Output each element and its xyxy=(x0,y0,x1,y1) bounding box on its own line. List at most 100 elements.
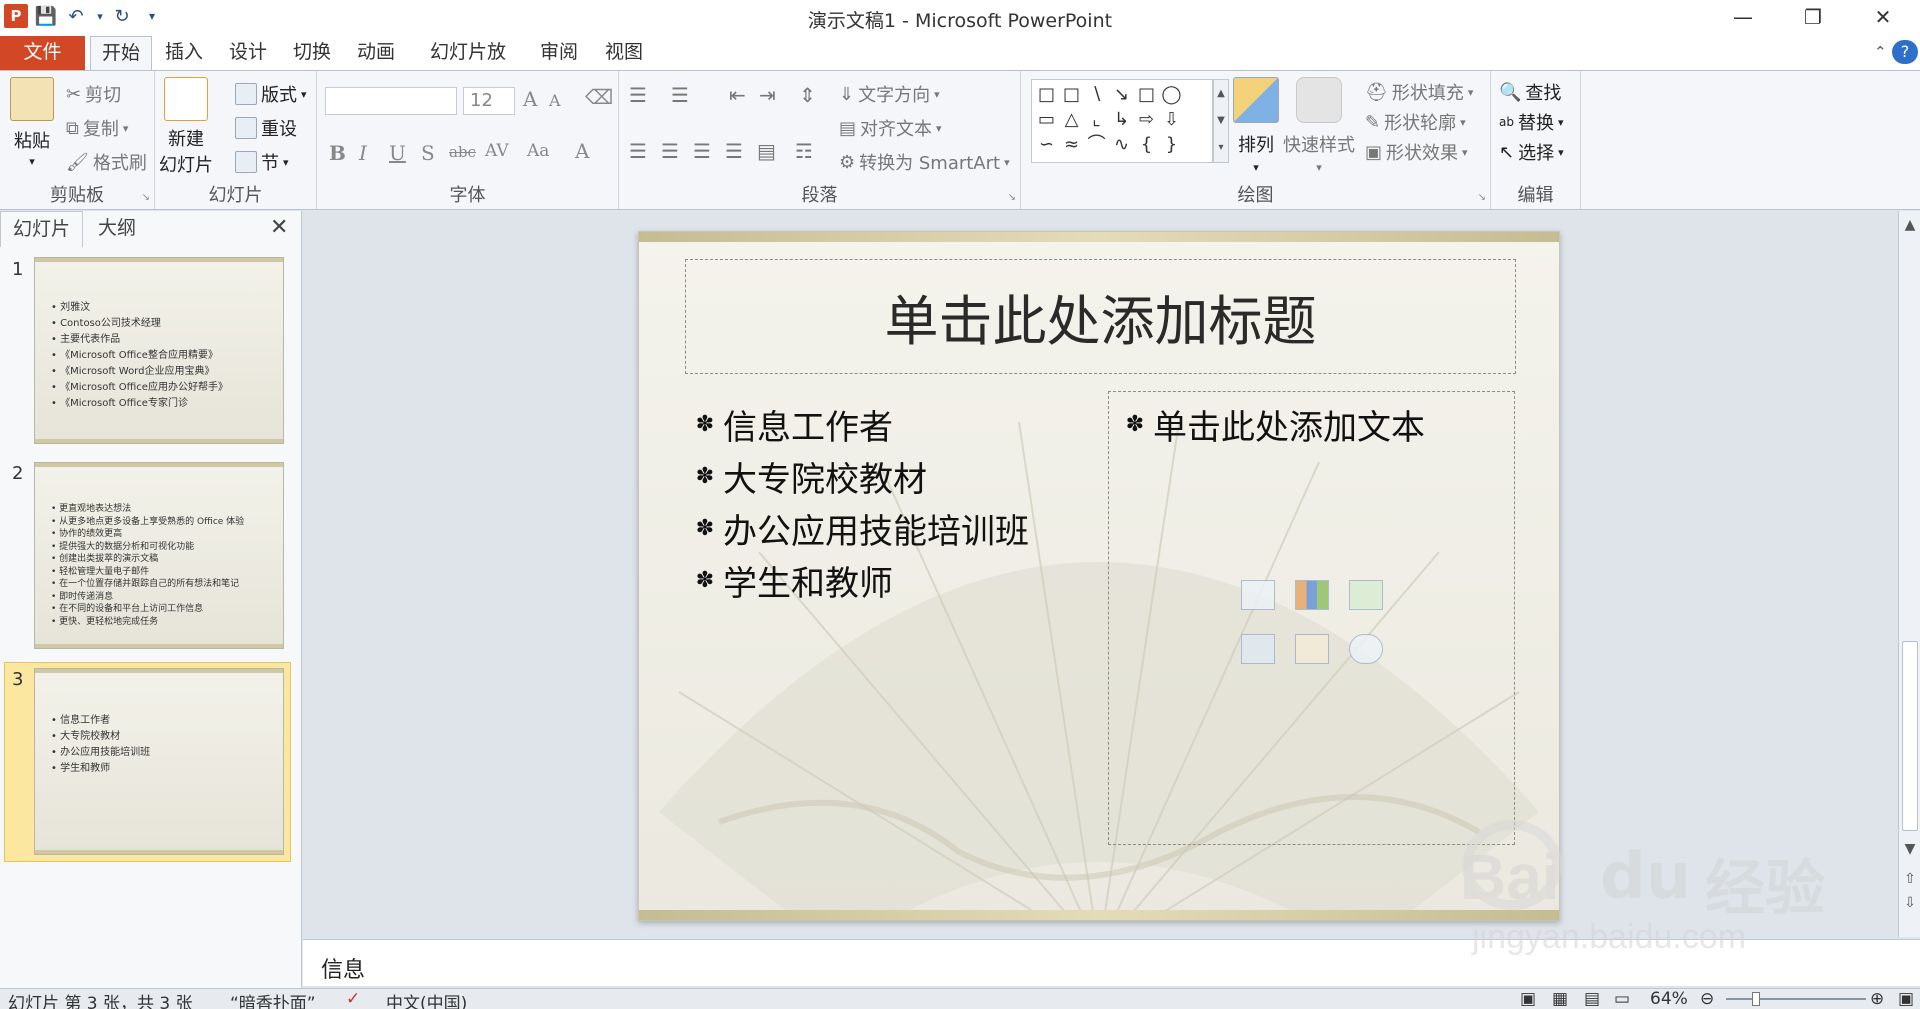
minimize-ribbon-icon[interactable]: ⌃ xyxy=(1866,36,1890,70)
grow-font-button[interactable]: A xyxy=(523,87,537,111)
previous-slide-icon[interactable]: ⇧ xyxy=(1899,871,1920,887)
arrow-line-shape-icon[interactable]: ↘ xyxy=(1109,82,1134,107)
bullet-item[interactable]: ✽ 信息工作者 xyxy=(687,400,893,449)
new-slide-button[interactable]: 新建 幻灯片 xyxy=(159,77,213,177)
select-button[interactable]: ↖ 选择 ▾ xyxy=(1499,139,1564,165)
textbox-shape-icon[interactable]: □ xyxy=(1034,82,1059,107)
line-spacing-button[interactable]: ⇕ xyxy=(799,83,816,107)
dialog-launcher-icon[interactable]: ↘ xyxy=(1478,192,1486,203)
insert-picture-icon[interactable] xyxy=(1241,634,1275,664)
close-panel-icon[interactable]: ✕ xyxy=(270,215,288,240)
arrange-button[interactable]: 排列 ▾ xyxy=(1233,77,1279,174)
align-text-button[interactable]: ▤ 对齐文本 ▾ xyxy=(839,115,942,141)
slide-thumbnail-1[interactable]: 刘雅汶Contoso公司技术经理主要代表作品《Microsoft Office整… xyxy=(34,257,284,444)
tab-slideshow[interactable]: 幻灯片放映 xyxy=(414,36,522,95)
slide-canvas[interactable]: 单击此处添加标题 ✽ 信息工作者 ✽ 大专院校教材 ✽ 办公应用技能培训班 ✽ 学生和教… xyxy=(638,231,1560,921)
bullet-item[interactable]: ✽ 办公应用技能培训班 xyxy=(687,504,1029,553)
placeholder-text[interactable]: ✽ 单击此处添加文本 xyxy=(1117,400,1425,449)
arc-shape-icon[interactable]: ⌒ xyxy=(1084,132,1109,157)
copy-button[interactable]: ⧉ 复制 ▾ xyxy=(66,115,128,141)
language[interactable]: 中文(中国) xyxy=(386,989,467,1009)
align-left-button[interactable]: ☰ xyxy=(629,139,647,163)
right-arrow-shape-icon[interactable]: ⇨ xyxy=(1134,107,1159,132)
minimize-button[interactable]: — xyxy=(1710,0,1776,34)
notes-text[interactable]: 信息 xyxy=(321,952,365,984)
bullets-button[interactable]: ☰ xyxy=(629,83,647,107)
shape-outline-button[interactable]: ✎ 形状轮廓 ▾ xyxy=(1365,109,1466,135)
bold-button[interactable]: B xyxy=(329,141,346,165)
tab-review[interactable]: 审阅 xyxy=(530,36,588,70)
spellcheck-icon[interactable]: ✓ xyxy=(346,989,360,1009)
align-center-button[interactable]: ☰ xyxy=(661,139,679,163)
zoom-slider[interactable] xyxy=(1726,998,1866,1000)
format-painter-button[interactable]: 🖌 格式刷 xyxy=(66,149,147,175)
reading-view-icon[interactable]: ▤ xyxy=(1584,989,1600,1009)
increase-indent-button[interactable]: ⇥ xyxy=(759,83,776,107)
shapes-gallery[interactable]: □ □ ∖ ↘ □ ◯ ▭ △ ⌞ ↳ ⇨ ⇩ ∽ ≈ ⌒ ∿{} xyxy=(1031,79,1213,163)
vertical-textbox-shape-icon[interactable]: □ xyxy=(1059,82,1084,107)
rectangle-shape-icon[interactable]: □ xyxy=(1134,82,1159,107)
rounded-rect-shape-icon[interactable]: ▭ xyxy=(1034,107,1059,132)
tab-animations[interactable]: 动画 xyxy=(346,36,406,70)
replace-button[interactable]: ab 替换 ▾ xyxy=(1499,109,1564,135)
font-color-button[interactable]: A xyxy=(575,139,589,163)
insert-media-icon[interactable] xyxy=(1349,634,1383,664)
oval-shape-icon[interactable]: ◯ xyxy=(1159,82,1184,107)
shape-fill-button[interactable]: ⛑ 形状填充 ▾ xyxy=(1365,79,1473,105)
shape-effects-button[interactable]: ▣ 形状效果 ▾ xyxy=(1365,139,1468,165)
reset-button[interactable]: 重设 xyxy=(235,115,297,141)
left-brace-shape-icon[interactable]: { xyxy=(1134,132,1159,157)
convert-smartart-button[interactable]: ⚙ 转换为 SmartArt ▾ xyxy=(839,149,1010,175)
tab-home[interactable]: 开始 xyxy=(90,36,152,71)
tab-design[interactable]: 设计 xyxy=(218,36,278,70)
zoom-level[interactable]: 64% xyxy=(1650,989,1688,1009)
zoom-slider-thumb[interactable] xyxy=(1752,992,1760,1006)
tab-file[interactable]: 文件 xyxy=(0,36,85,70)
text-direction-button[interactable]: ⇓ 文字方向 ▾ xyxy=(839,81,940,107)
slideshow-icon[interactable]: ▭ xyxy=(1614,989,1630,1009)
clear-format-icon[interactable]: ⌫ xyxy=(585,85,613,109)
paste-button[interactable]: 粘贴 ▾ xyxy=(10,77,54,168)
zoom-out-icon[interactable]: ⊖ xyxy=(1700,989,1714,1009)
numbering-button[interactable]: ☰ xyxy=(671,83,689,107)
columns-button[interactable]: ☶ xyxy=(795,139,813,163)
right-brace-shape-icon[interactable]: } xyxy=(1159,132,1184,157)
tab-insert[interactable]: 插入 xyxy=(156,36,212,70)
normal-view-icon[interactable]: ▣ xyxy=(1520,989,1536,1009)
layout-button[interactable]: 版式 ▾ xyxy=(235,81,307,107)
vertical-scrollbar[interactable]: ▲ ▼ ⇧ ⇩ xyxy=(1898,211,1920,937)
tab-view[interactable]: 视图 xyxy=(594,36,654,70)
fit-slide-icon[interactable]: ▣ xyxy=(1898,989,1914,1009)
gallery-scroll[interactable]: ▲ ▼ ▾ xyxy=(1213,79,1229,163)
tab-slides[interactable]: 幻灯片 xyxy=(0,211,84,247)
bullet-item[interactable]: ✽ 大专院校教材 xyxy=(687,452,927,501)
scroll-up-icon[interactable]: ▲ xyxy=(1899,217,1920,233)
insert-smartart-icon[interactable] xyxy=(1349,580,1383,610)
zoom-in-icon[interactable]: ⊕ xyxy=(1870,989,1884,1009)
content-placeholder[interactable] xyxy=(1108,391,1515,845)
insert-chart-icon[interactable] xyxy=(1295,580,1329,610)
connector-shape-icon[interactable]: ⌞ xyxy=(1084,107,1109,132)
underline-button[interactable]: U xyxy=(389,141,406,165)
scroll-thumb[interactable] xyxy=(1902,641,1918,831)
change-case-button[interactable]: Aa xyxy=(527,141,549,161)
slide-title[interactable]: 单击此处添加标题 xyxy=(685,259,1516,374)
freeform-shape-icon[interactable]: ∽ xyxy=(1034,132,1059,157)
distributed-button[interactable]: ▤ xyxy=(757,139,776,163)
next-slide-icon[interactable]: ⇩ xyxy=(1899,895,1920,911)
dialog-launcher-icon[interactable]: ↘ xyxy=(142,192,150,203)
down-arrow-shape-icon[interactable]: ⇩ xyxy=(1159,107,1184,132)
restore-button[interactable]: ❐ xyxy=(1780,0,1846,34)
section-button[interactable]: 节 ▾ xyxy=(235,149,289,175)
font-name-combo[interactable] xyxy=(325,87,457,115)
tab-transitions[interactable]: 切换 xyxy=(282,36,342,70)
slide-sorter-icon[interactable]: ▦ xyxy=(1552,989,1568,1009)
decrease-indent-button[interactable]: ⇤ xyxy=(729,83,746,107)
elbow-arrow-shape-icon[interactable]: ↳ xyxy=(1109,107,1134,132)
shadow-button[interactable]: S xyxy=(421,141,435,165)
slide-thumbnail-2[interactable]: 更直观地表达想法从更多地点更多设备上享受熟悉的 Office 体验协作的绩效更高… xyxy=(34,462,284,649)
scroll-down-icon[interactable]: ▼ xyxy=(1899,841,1920,857)
dialog-launcher-icon[interactable]: ↘ xyxy=(1008,192,1016,203)
insert-table-icon[interactable] xyxy=(1241,580,1275,610)
align-right-button[interactable]: ☰ xyxy=(693,139,711,163)
